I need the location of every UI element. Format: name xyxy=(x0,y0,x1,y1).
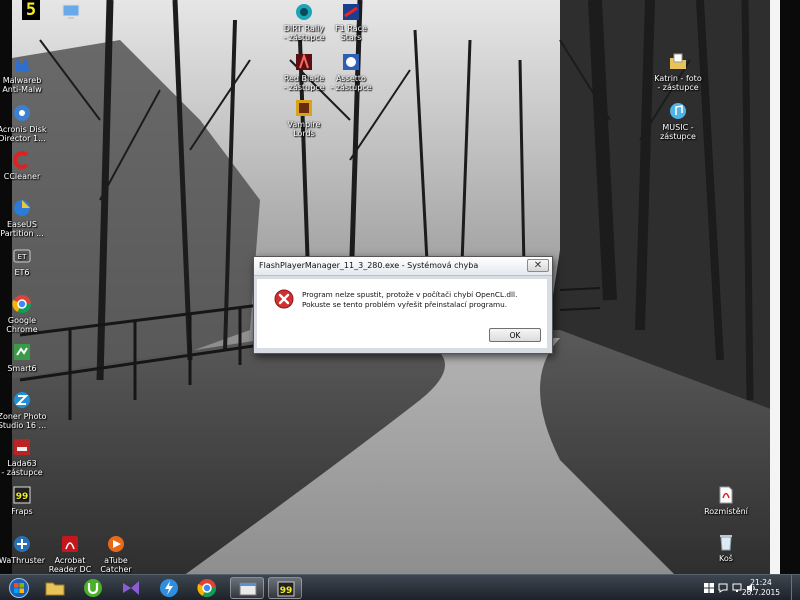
acronis-disk-icon xyxy=(14,105,30,121)
error-icon xyxy=(274,289,294,309)
dialog-titlebar[interactable]: FlashPlayerManager_11_3_280.exe - Systém… xyxy=(254,257,552,276)
dialog-content: Program nelze spustit, protože v počítač… xyxy=(257,279,547,348)
easeus-partition-icon xyxy=(14,200,30,216)
system-error-dialog[interactable]: FlashPlayerManager_11_3_280.exe - Systém… xyxy=(253,256,553,354)
desktop-icon-et6[interactable]: ET ET6 xyxy=(0,246,48,277)
svg-text:99: 99 xyxy=(280,586,293,596)
taskbar: 99 21:24 26.7.2015 xyxy=(0,574,800,600)
game-shortcut-icon xyxy=(343,54,359,70)
desktop[interactable]: 5 Malwareb Anti-Malw Acronis Disk Direct… xyxy=(0,0,800,600)
ok-button[interactable]: OK xyxy=(489,328,541,342)
desktop-icon-atube[interactable]: aTube Catcher xyxy=(90,534,142,574)
taskbar-chrome[interactable] xyxy=(190,577,224,599)
f1-race-stars-icon xyxy=(343,4,359,20)
chrome-icon xyxy=(12,295,32,314)
desktop-icon-game5[interactable]: Vampire Lords xyxy=(278,98,330,138)
fraps-icon: 99 xyxy=(277,581,295,597)
svg-text:99: 99 xyxy=(16,492,29,502)
action-center-icon[interactable] xyxy=(718,583,728,593)
dialog-title: FlashPlayerManager_11_3_280.exe - Systém… xyxy=(259,261,479,270)
desktop-icon-music[interactable]: MUSIC - zástupce xyxy=(652,101,704,141)
clock-time: 21:24 xyxy=(750,578,772,587)
clock-date: 26.7.2015 xyxy=(741,588,781,597)
window-icon xyxy=(239,582,257,596)
desktop-icon-smart6[interactable]: Smart6 xyxy=(0,342,48,373)
desktop-icon-top-left[interactable] xyxy=(45,2,97,24)
taskbar-active-window[interactable] xyxy=(230,577,264,599)
desktop-icon-ccleaner[interactable]: CCleaner xyxy=(0,150,48,181)
start-button[interactable] xyxy=(2,577,36,599)
svg-text:ET: ET xyxy=(18,253,27,261)
taskbar-fraps[interactable]: 99 xyxy=(268,577,302,599)
desktop-icon-f1race[interactable]: F1 Race Stars xyxy=(325,2,377,42)
music-folder-icon xyxy=(670,103,686,119)
malwarebytes-icon xyxy=(15,58,29,71)
acrobat-reader-icon xyxy=(62,536,78,552)
lada-game-icon xyxy=(14,439,30,455)
chrome-icon xyxy=(197,579,216,598)
smart6-icon xyxy=(14,344,30,360)
taskbar-network-app[interactable] xyxy=(152,577,186,599)
dirt-rally-icon xyxy=(296,4,312,20)
atube-catcher-icon xyxy=(108,536,124,552)
desktop-icon-easeus[interactable]: EaseUS Partition ... xyxy=(0,198,48,238)
windows-flag-tray-icon[interactable] xyxy=(704,583,714,593)
taskbar-explorer[interactable] xyxy=(38,577,72,599)
wathruster-icon xyxy=(14,536,30,552)
desktop-icon-chrome[interactable]: Google Chrome xyxy=(0,294,48,334)
desktop-icon-malwarebytes[interactable]: Malwareb Anti-Malw xyxy=(0,54,48,94)
fps-counter-overlay: 5 xyxy=(22,0,40,20)
zoner-photo-icon xyxy=(14,392,30,408)
desktop-icon-game3[interactable]: Red Blade - zástupce xyxy=(278,52,330,92)
taskbar-utorrent[interactable] xyxy=(76,577,110,599)
visual-studio-icon xyxy=(123,581,139,595)
game-shortcut-icon xyxy=(296,100,312,116)
fraps-icon: 99 xyxy=(13,486,31,504)
desktop-icon-zoner[interactable]: Zoner Photo Studio 16 ... xyxy=(0,390,48,430)
desktop-icon-game4[interactable]: Assetto - zástupce xyxy=(325,52,377,92)
desktop-icon-fraps[interactable]: 99 Fraps xyxy=(0,485,48,516)
desktop-icon-wathruster[interactable]: WaThruster xyxy=(0,534,48,565)
folder-shortcut-icon xyxy=(670,53,686,69)
desktop-icon-recycle-bin[interactable]: Koš xyxy=(700,532,752,563)
ccleaner-icon xyxy=(13,151,29,169)
desktop-icon-lada[interactable]: Lada63 - zástupce xyxy=(0,437,48,477)
desktop-icon-pdf[interactable]: Rozmístění xyxy=(700,485,752,516)
desktop-icon-katrin[interactable]: Katrin - foto - zástupce xyxy=(652,52,704,92)
et6-icon: ET xyxy=(13,249,31,263)
desktop-icon-dirtrally[interactable]: DiRT Rally - zástupce xyxy=(278,2,330,42)
dialog-message: Program nelze spustit, protože v počítač… xyxy=(302,290,518,309)
folder-icon xyxy=(45,582,65,596)
recycle-bin-icon xyxy=(720,535,732,551)
desktop-icon-acrobat[interactable]: Acrobat Reader DC xyxy=(44,534,96,574)
lightning-icon xyxy=(160,579,178,597)
taskbar-clock[interactable]: 21:24 26.7.2015 xyxy=(736,578,786,598)
game-shortcut-icon xyxy=(296,52,312,70)
taskbar-visual-studio[interactable] xyxy=(114,577,148,599)
show-desktop-button[interactable] xyxy=(791,575,800,600)
desktop-icon-acronis[interactable]: Acronis Disk Director 1... xyxy=(0,103,48,143)
pdf-file-icon xyxy=(719,486,733,504)
utorrent-icon xyxy=(84,579,102,597)
computer-icon xyxy=(62,4,80,19)
dialog-close-button[interactable]: ✕ xyxy=(527,259,549,272)
windows-logo-icon xyxy=(9,578,29,598)
